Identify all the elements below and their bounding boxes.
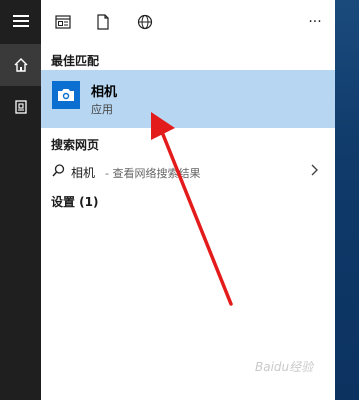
watermark-logo: Baidu经验 (255, 360, 314, 374)
red-annotation-arrow (151, 112, 233, 306)
